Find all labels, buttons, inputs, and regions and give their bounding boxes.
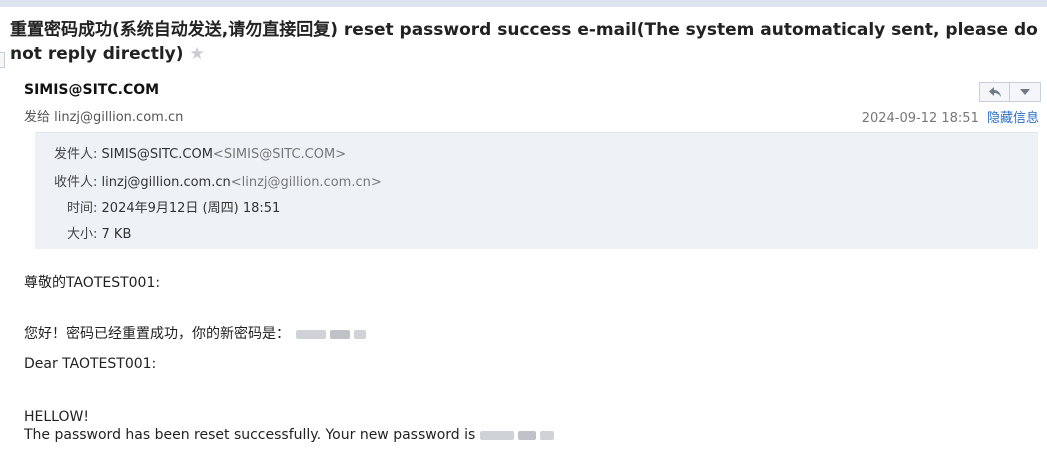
message-en: The password has been reset successfully…	[24, 427, 476, 443]
size-value: 7 KB	[101, 227, 132, 242]
time-label: 时间:	[67, 201, 98, 216]
reply-button[interactable]	[979, 82, 1010, 102]
to-label: 收件人:	[54, 175, 98, 190]
details-panel: 发件人: SIMIS@SITC.COM<SIMIS@SITC.COM> 收件人:…	[35, 132, 1038, 249]
email-subject: 重置密码成功(系统自动发送,请勿直接回复) reset password suc…	[10, 18, 1047, 66]
sender-name[interactable]: SIMIS@SITC.COM	[24, 82, 159, 98]
from-label: 发件人:	[54, 147, 98, 162]
greeting-en: Dear TAOTEST001:	[24, 356, 157, 372]
time-row: 时间: 2024年9月12日 (周四) 18:51	[67, 197, 280, 216]
to-row: 收件人: linzj@gillion.com.cn<linzj@gillion.…	[54, 171, 382, 190]
to-address: <linzj@gillion.com.cn>	[230, 175, 382, 190]
collapse-handle[interactable]	[0, 52, 5, 68]
message-en-line: The password has been reset successfully…	[24, 427, 558, 443]
message-cn-line: 您好！密码已经重置成功，你的新密码是：	[24, 323, 374, 343]
message-actions	[979, 82, 1041, 102]
to-name[interactable]: linzj@gillion.com.cn	[102, 175, 231, 190]
dropdown-icon	[1020, 89, 1030, 95]
size-label: 大小:	[67, 227, 98, 242]
redacted-password-en	[479, 428, 558, 442]
message-datetime: 2024-09-12 18:51	[861, 111, 979, 126]
greeting-cn: 尊敬的TAOTEST001:	[24, 275, 161, 291]
subject-text: 重置密码成功(系统自动发送,请勿直接回复) reset password suc…	[10, 20, 1038, 64]
email-reader: 重置密码成功(系统自动发送,请勿直接回复) reset password suc…	[0, 0, 1047, 471]
time-value: 2024年9月12日 (周四) 18:51	[101, 201, 281, 216]
more-actions-button[interactable]	[1010, 82, 1041, 102]
from-name[interactable]: SIMIS@SITC.COM	[102, 147, 213, 162]
recipient-line: 发给 linzj@gillion.com.cn	[24, 110, 184, 125]
reply-icon	[988, 87, 1001, 97]
hello-en: HELLOW!	[24, 409, 89, 425]
message-cn: 您好！密码已经重置成功，你的新密码是：	[24, 326, 290, 342]
size-row: 大小: 7 KB	[67, 223, 131, 242]
redacted-password-cn	[294, 327, 374, 341]
star-icon[interactable]: ★	[190, 44, 205, 64]
top-strip	[0, 0, 1047, 7]
message-meta: 2024-09-12 18:51 隐藏信息	[862, 107, 1039, 126]
hide-details-link[interactable]: 隐藏信息	[987, 111, 1039, 126]
from-address: <SIMIS@SITC.COM>	[212, 147, 347, 162]
from-row: 发件人: SIMIS@SITC.COM<SIMIS@SITC.COM>	[54, 143, 346, 162]
